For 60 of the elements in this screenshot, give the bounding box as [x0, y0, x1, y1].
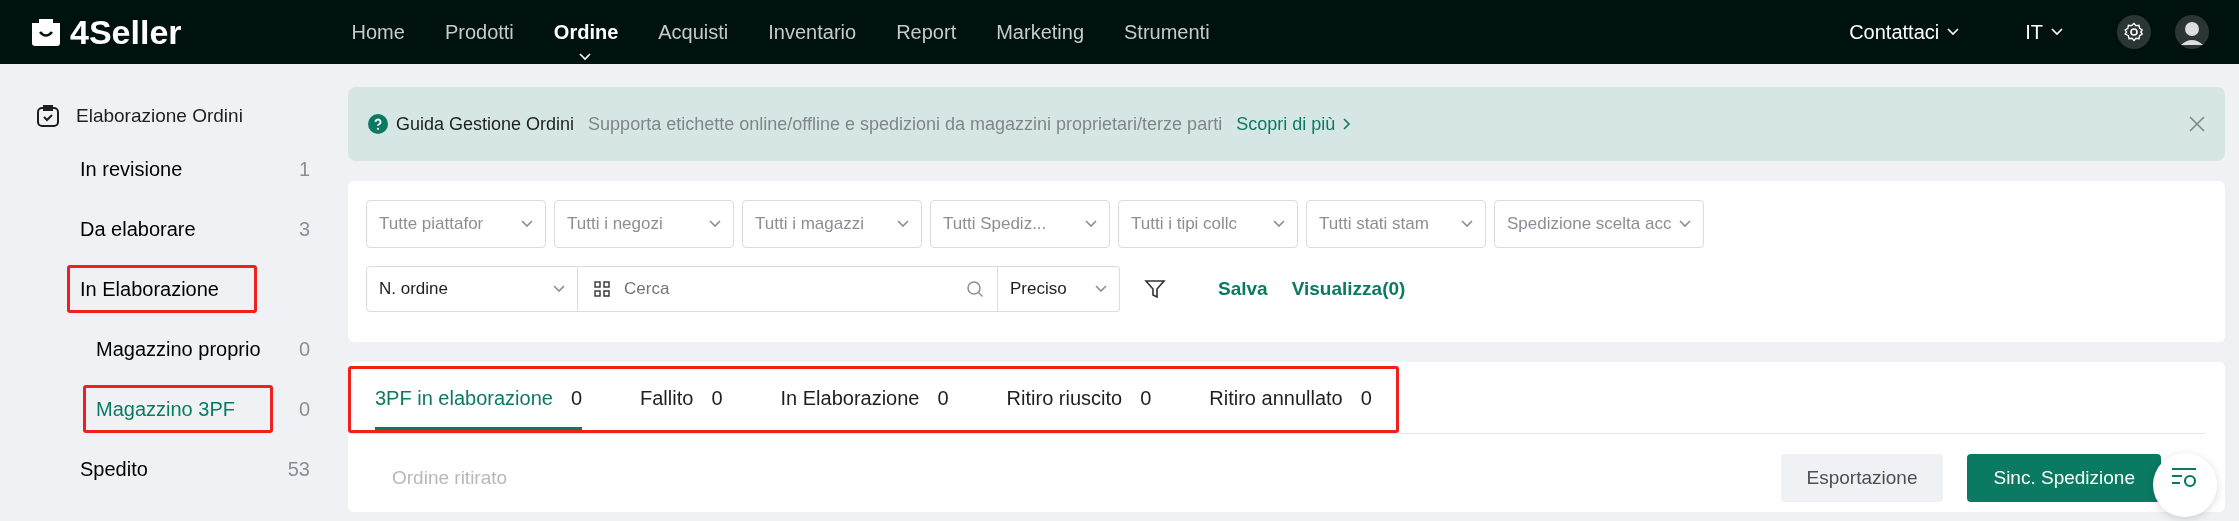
floating-button[interactable]: [2153, 453, 2217, 517]
nav-link[interactable]: Home: [331, 17, 425, 47]
status-label: Ordine ritirato: [392, 465, 508, 490]
highlight-box: Magazzino 3PF: [83, 384, 273, 433]
nav-link[interactable]: Prodotti: [424, 17, 534, 47]
nav-link[interactable]: Inventario: [748, 17, 877, 47]
tab[interactable]: Ritiro annullato 0: [1209, 369, 1372, 430]
nav-link[interactable]: Strumenti: [1104, 17, 1230, 47]
tab[interactable]: In Elaborazione 0: [780, 369, 949, 430]
chevron-down-icon: [1461, 220, 1473, 228]
close-icon[interactable]: [2189, 116, 2205, 132]
help-icon: [368, 114, 388, 134]
clipboard-check-icon: [36, 104, 60, 129]
avatar-icon[interactable]: [2175, 15, 2209, 49]
sidebar-item[interactable]: In revisione 1: [36, 138, 316, 199]
banner-text: Supporta etichette online/offline e spedizioni da magazzini proprietari/terze parti: [588, 112, 1223, 136]
match-dropdown[interactable]: Preciso: [998, 266, 1120, 312]
sidebar-item[interactable]: Magazzino 3PF 0: [36, 378, 316, 439]
brand-name: 4Seller: [70, 11, 182, 53]
search-type-dropdown[interactable]: N. ordine: [366, 266, 578, 312]
grid-icon: [594, 281, 610, 297]
sidebar-item[interactable]: Spedito 53: [36, 438, 316, 499]
nav-link[interactable]: Ordine: [533, 17, 639, 47]
chevron-down-icon: [1273, 220, 1285, 228]
sync-button[interactable]: Sinc. Spedizione: [1967, 454, 2161, 502]
sidebar-title: Elaborazione Ordini: [76, 104, 243, 128]
sidebar-item[interactable]: Magazzino proprio 0: [36, 318, 316, 379]
chevron-down-icon: [1679, 220, 1692, 228]
contact-menu[interactable]: Contattaci: [1829, 17, 1980, 47]
learn-more-link[interactable]: Scopri di più: [1236, 110, 1352, 138]
bag-logo-icon: [30, 17, 62, 47]
search-icon: [966, 280, 984, 298]
chevron-down-icon: [1947, 28, 1960, 36]
language-menu[interactable]: IT: [2005, 17, 2083, 47]
chevron-down-icon: [521, 220, 533, 228]
banner-title: Guida Gestione Ordini: [396, 112, 575, 136]
tab[interactable]: Fallito 0: [640, 369, 723, 430]
chevron-down-icon: [2051, 28, 2063, 36]
nav-link[interactable]: Acquisti: [638, 17, 749, 47]
export-button[interactable]: Esportazione: [1780, 454, 1944, 502]
nav-link[interactable]: Report: [876, 17, 977, 47]
sidebar-item[interactable]: In Elaborazione: [36, 258, 316, 319]
filter-icon[interactable]: [1144, 278, 1166, 300]
chevron-down-icon: [553, 285, 565, 293]
chevron-right-icon: [1343, 118, 1352, 130]
save-link[interactable]: Salva: [1218, 274, 1268, 304]
settings-icon: [2124, 22, 2144, 42]
highlight-box: In Elaborazione: [67, 264, 257, 313]
tab[interactable]: Ritiro riuscito 0: [1006, 369, 1152, 430]
sidebar-item[interactable]: Da elaborare 3: [36, 198, 316, 259]
chevron-down-icon: [1085, 220, 1097, 228]
chevron-down-icon: [897, 220, 909, 228]
search-field[interactable]: Cerca: [578, 266, 998, 312]
tab[interactable]: 3PF in elaborazione 0: [375, 369, 582, 430]
nav-link[interactable]: Marketing: [976, 17, 1104, 47]
chevron-down-icon: [1095, 285, 1107, 293]
chevron-down-icon: [709, 220, 721, 228]
chevron-down-icon: [579, 53, 592, 61]
view-link[interactable]: Visualizza(0): [1291, 274, 1406, 304]
settings-button[interactable]: [2117, 15, 2151, 49]
